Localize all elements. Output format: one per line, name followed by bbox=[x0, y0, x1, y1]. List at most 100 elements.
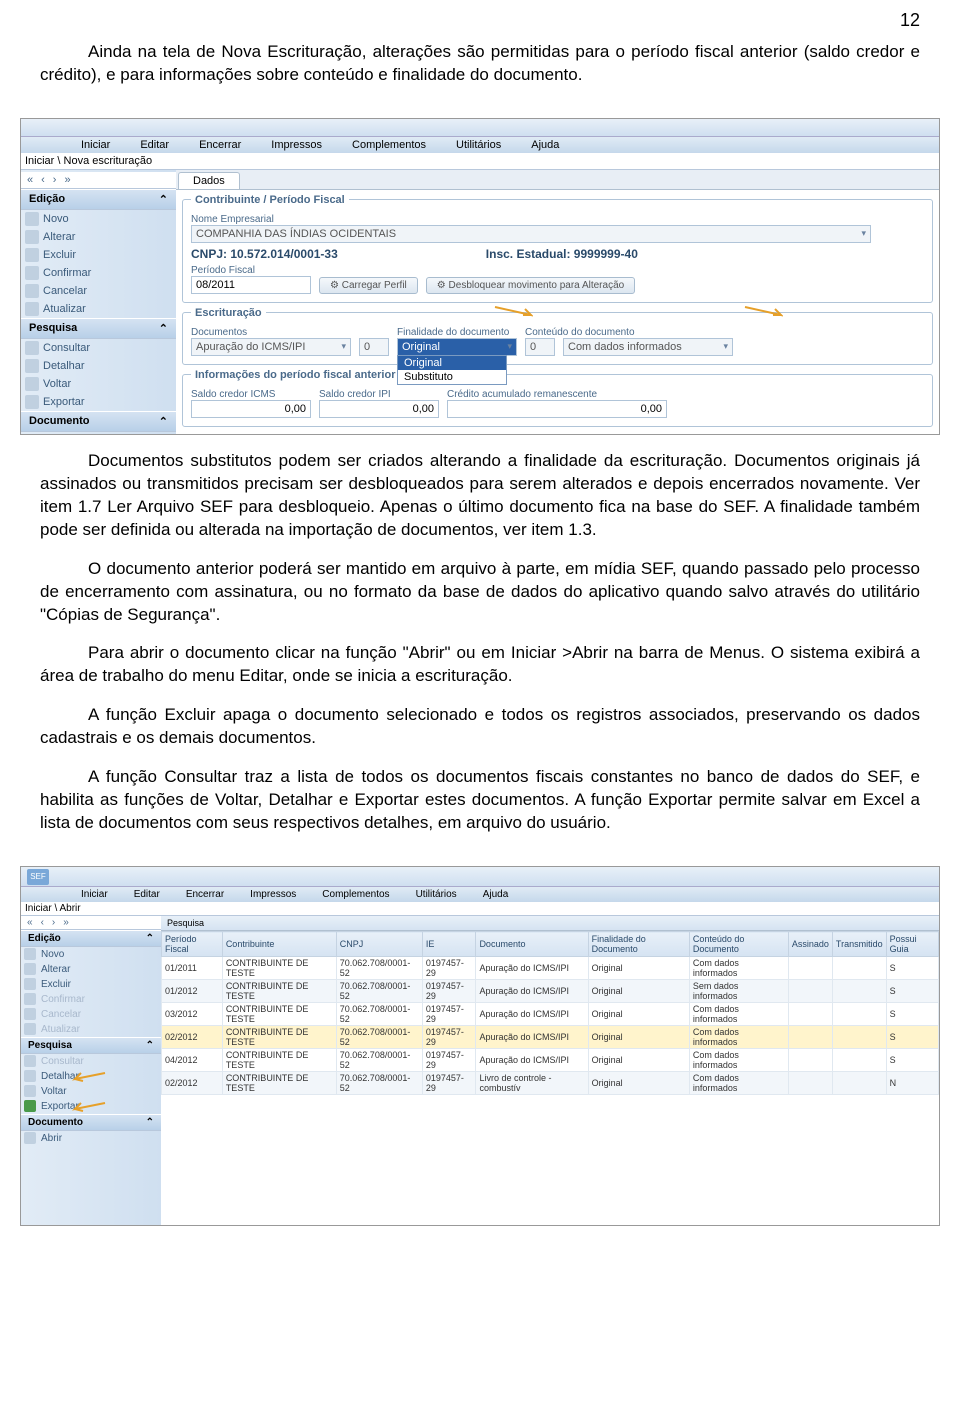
finalidade-opt-substituto[interactable]: Substituto bbox=[398, 370, 506, 384]
sidebar-item-excluir[interactable]: Excluir bbox=[21, 246, 176, 264]
nav-first-icon[interactable]: « bbox=[27, 917, 33, 928]
legend-info-anterior: Informações do período fiscal anterior bbox=[191, 369, 400, 381]
sidebar-item-exportar[interactable]: Exportar bbox=[21, 393, 176, 411]
sidebar-item-cancelar[interactable]: Cancelar bbox=[21, 282, 176, 300]
sidebar-item-confirmar[interactable]: Confirmar bbox=[21, 264, 176, 282]
sef-app-icon[interactable]: SEF bbox=[27, 869, 49, 885]
label-periodo-fiscal: Período Fiscal bbox=[191, 265, 311, 276]
menu-complementos[interactable]: Complementos bbox=[352, 139, 426, 151]
menu-editar[interactable]: Editar bbox=[134, 889, 160, 900]
sidebar-header-pesquisa[interactable]: Pesquisa⌃ bbox=[21, 1037, 161, 1054]
menu-ajuda[interactable]: Ajuda bbox=[531, 139, 559, 151]
nav-prev-icon[interactable]: ‹ bbox=[41, 917, 44, 928]
menu-utilitarios[interactable]: Utilitários bbox=[456, 139, 501, 151]
col-conteudo[interactable]: Conteúdo do Documento bbox=[689, 932, 788, 957]
body-paragraph-3: O documento anterior poderá ser mantido … bbox=[40, 558, 920, 627]
sidebar-item-atualizar[interactable]: Atualizar bbox=[21, 300, 176, 318]
periodo-fiscal-field[interactable]: 08/2011 bbox=[191, 276, 311, 294]
table-cell: 0197457-29 bbox=[422, 1072, 476, 1095]
menu-iniciar[interactable]: Iniciar bbox=[81, 889, 108, 900]
sidebar-item-novo[interactable]: Novo bbox=[21, 947, 161, 962]
table-cell: Livro de controle - combustív bbox=[476, 1072, 588, 1095]
saldo-ipi-field[interactable]: 0,00 bbox=[319, 400, 439, 418]
content-pane: Dados Contribuinte / Período Fiscal Nome… bbox=[176, 170, 939, 434]
sidebar-item-detalhar[interactable]: Detalhar bbox=[21, 357, 176, 375]
saldo-icms-field[interactable]: 0,00 bbox=[191, 400, 311, 418]
table-cell: 70.062.708/0001-52 bbox=[336, 1072, 422, 1095]
desbloquear-label: Desbloquear movimento para Alteração bbox=[449, 280, 625, 291]
table-cell: Com dados informados bbox=[689, 1049, 788, 1072]
table-row[interactable]: 04/2012CONTRIBUINTE DE TESTE70.062.708/0… bbox=[162, 1049, 939, 1072]
desbloquear-button[interactable]: ⚙ Desbloquear movimento para Alteração bbox=[426, 277, 635, 294]
table-row[interactable]: 03/2012CONTRIBUINTE DE TESTE70.062.708/0… bbox=[162, 1003, 939, 1026]
col-possui-guia[interactable]: Possui Guia bbox=[886, 932, 938, 957]
finalidade-dropdown[interactable]: Original Substituto bbox=[397, 355, 507, 385]
table-cell bbox=[832, 980, 886, 1003]
col-transmitido[interactable]: Transmitido bbox=[832, 932, 886, 957]
sidebar-item-detalhar[interactable]: Detalhar bbox=[21, 1069, 161, 1084]
sidebar-header-documento[interactable]: Documento⌃ bbox=[21, 1114, 161, 1131]
table-cell: 02/2012 bbox=[162, 1072, 223, 1095]
menu-iniciar[interactable]: Iniciar bbox=[81, 139, 110, 151]
table-cell: CONTRIBUINTE DE TESTE bbox=[222, 957, 336, 980]
col-assinado[interactable]: Assinado bbox=[788, 932, 832, 957]
table-row[interactable]: 02/2012CONTRIBUINTE DE TESTE70.062.708/0… bbox=[162, 1026, 939, 1049]
nav-prev-icon[interactable]: ‹ bbox=[41, 174, 45, 186]
sidebar-item-exportar[interactable]: Exportar bbox=[21, 1099, 161, 1114]
cnpj-label: CNPJ: 10.572.014/0001-33 bbox=[191, 247, 338, 261]
finalidade-opt-original[interactable]: Original bbox=[398, 356, 506, 370]
finalidade-select[interactable]: Original bbox=[397, 338, 517, 356]
carregar-perfil-button[interactable]: ⚙ Carregar Perfil bbox=[319, 277, 418, 294]
sidebar-header-documento[interactable]: Documento⌃ bbox=[21, 411, 176, 432]
credito-field[interactable]: 0,00 bbox=[447, 400, 667, 418]
label-finalidade: Finalidade do documento bbox=[397, 327, 517, 338]
nav-last-icon[interactable]: » bbox=[64, 174, 70, 186]
documentos-select[interactable]: Apuração do ICMS/IPI bbox=[191, 338, 351, 356]
table-row[interactable]: 02/2012CONTRIBUINTE DE TESTE70.062.708/0… bbox=[162, 1072, 939, 1095]
table-cell: S bbox=[886, 1049, 938, 1072]
sidebar-header-edicao[interactable]: Edição⌃ bbox=[21, 930, 161, 947]
nav-next-icon[interactable]: › bbox=[52, 917, 55, 928]
sidebar-item-consultar[interactable]: Consultar bbox=[21, 339, 176, 357]
menu-complementos[interactable]: Complementos bbox=[322, 889, 389, 900]
sidebar-item-voltar[interactable]: Voltar bbox=[21, 1084, 161, 1099]
table-cell bbox=[832, 957, 886, 980]
sidebar-item-novo[interactable]: Novo bbox=[21, 210, 176, 228]
table-cell: Original bbox=[588, 1026, 689, 1049]
menu-utilitarios[interactable]: Utilitários bbox=[416, 889, 457, 900]
col-cnpj[interactable]: CNPJ bbox=[336, 932, 422, 957]
menu-ajuda[interactable]: Ajuda bbox=[483, 889, 509, 900]
sidebar-header-edicao[interactable]: Edição⌃ bbox=[21, 189, 176, 210]
menu-impressos[interactable]: Impressos bbox=[271, 139, 322, 151]
col-ie[interactable]: IE bbox=[422, 932, 476, 957]
table-row[interactable]: 01/2012CONTRIBUINTE DE TESTE70.062.708/0… bbox=[162, 980, 939, 1003]
nav-last-icon[interactable]: » bbox=[63, 917, 69, 928]
tab-dados[interactable]: Dados bbox=[178, 172, 240, 189]
menu-bar: Iniciar Editar Encerrar Impressos Comple… bbox=[21, 137, 939, 153]
table-cell: S bbox=[886, 1026, 938, 1049]
menu-editar[interactable]: Editar bbox=[140, 139, 169, 151]
sidebar-header-pesquisa[interactable]: Pesquisa⌃ bbox=[21, 318, 176, 339]
nav-first-icon[interactable]: « bbox=[27, 174, 33, 186]
col-periodo[interactable]: Período Fiscal bbox=[162, 932, 223, 957]
menu-encerrar[interactable]: Encerrar bbox=[186, 889, 224, 900]
table-cell: Apuração do ICMS/IPI bbox=[476, 980, 588, 1003]
nav-arrows[interactable]: « ‹ › » bbox=[21, 916, 161, 930]
sidebar-item-abrir[interactable]: Abrir bbox=[21, 1131, 161, 1146]
sidebar-item-alterar[interactable]: Alterar bbox=[21, 228, 176, 246]
nav-next-icon[interactable]: › bbox=[53, 174, 57, 186]
sidebar-item-excluir[interactable]: Excluir bbox=[21, 977, 161, 992]
col-finalidade[interactable]: Finalidade do Documento bbox=[588, 932, 689, 957]
nav-arrows[interactable]: « ‹ › » bbox=[21, 172, 176, 189]
menu-impressos[interactable]: Impressos bbox=[250, 889, 296, 900]
nome-empresarial-field[interactable]: COMPANHIA DAS ÍNDIAS OCIDENTAIS bbox=[191, 225, 871, 243]
sidebar-header-documento-label: Documento bbox=[28, 1117, 83, 1128]
table-row[interactable]: 01/2011CONTRIBUINTE DE TESTE70.062.708/0… bbox=[162, 957, 939, 980]
table-cell: Com dados informados bbox=[689, 1026, 788, 1049]
sidebar-item-alterar[interactable]: Alterar bbox=[21, 962, 161, 977]
menu-encerrar[interactable]: Encerrar bbox=[199, 139, 241, 151]
col-contribuinte[interactable]: Contribuinte bbox=[222, 932, 336, 957]
col-documento[interactable]: Documento bbox=[476, 932, 588, 957]
conteudo-select[interactable]: Com dados informados bbox=[563, 338, 733, 356]
sidebar-item-voltar[interactable]: Voltar bbox=[21, 375, 176, 393]
